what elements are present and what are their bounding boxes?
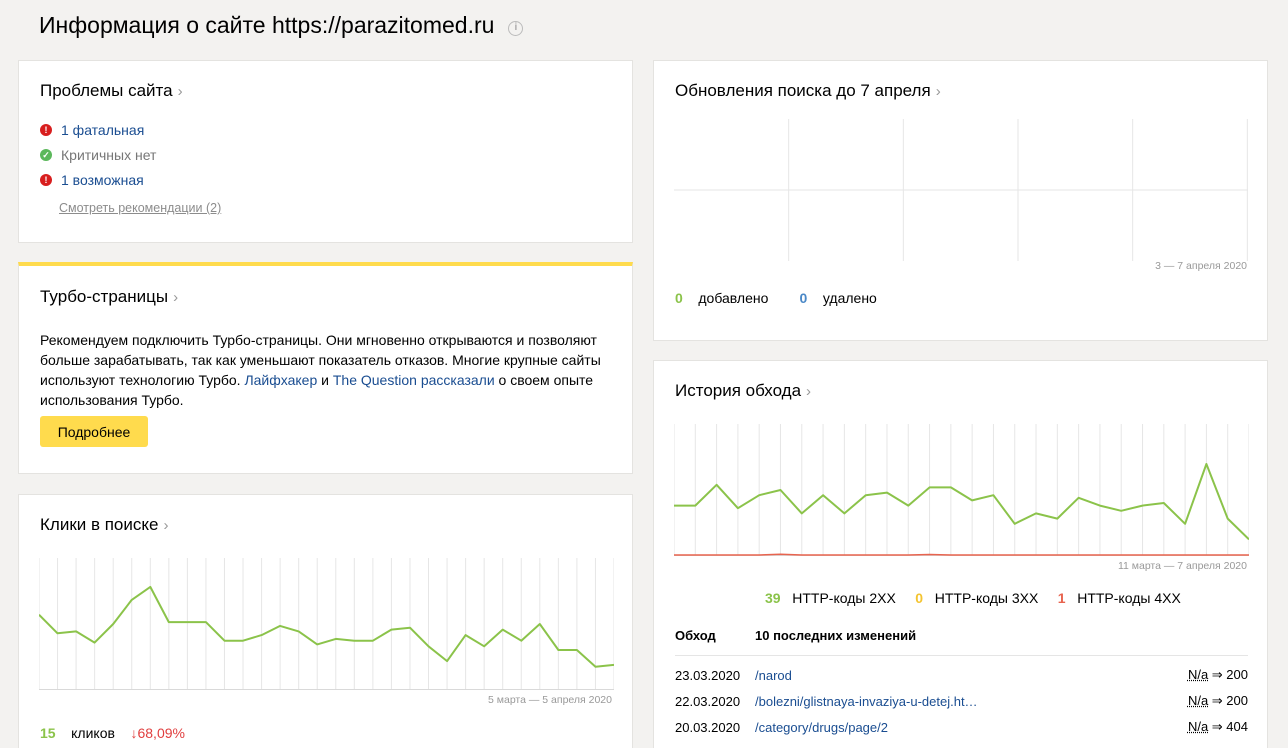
series-line xyxy=(674,553,1249,556)
info-icon[interactable]: i xyxy=(508,21,524,36)
chevron-right-icon: › xyxy=(177,83,183,100)
search-updates-card: Обновления поиска до 7 апреля › 3 — 7 апр… xyxy=(653,60,1268,341)
problem-critical: ✓ Критичных нет xyxy=(40,147,156,163)
chevron-right-icon: › xyxy=(173,289,179,306)
clicks-card: Клики в поиске › 5 марта — 5 апреля 2020 … xyxy=(18,494,633,748)
table-row: 20.03.2020 /category/drugs/page/2 N/a ⇒ … xyxy=(675,714,1248,740)
chevron-right-icon: › xyxy=(806,383,812,400)
problem-fatal[interactable]: ! 1 фатальная xyxy=(40,122,144,138)
crawl-chart xyxy=(674,424,1249,556)
search-updates-title[interactable]: Обновления поиска до 7 апреля › xyxy=(675,81,941,101)
error-icon: ! xyxy=(40,174,52,186)
check-icon: ✓ xyxy=(40,149,52,161)
chevron-right-icon: › xyxy=(935,83,941,100)
series-line xyxy=(674,463,1249,541)
series-line xyxy=(39,585,614,668)
chevron-right-icon: › xyxy=(163,517,169,534)
table-row: 23.03.2020 /narod N/a ⇒ 200 xyxy=(675,662,1248,688)
error-icon: ! xyxy=(40,124,52,136)
change-url[interactable]: /bolezni/glistnaya-invaziya-u-detej.ht… xyxy=(755,688,1143,714)
problems-card: Проблемы сайта › ! 1 фатальная ✓ Критичных … xyxy=(18,60,633,243)
updates-range: 3 — 7 апреля 2020 xyxy=(1155,260,1247,272)
clicks-title[interactable]: Клики в поиске › xyxy=(40,515,168,535)
crawl-history-title[interactable]: История обхода › xyxy=(675,381,811,401)
turbo-title[interactable]: Турбо-страницы › xyxy=(40,287,178,307)
told-link[interactable]: рассказали xyxy=(421,372,495,388)
turbo-description: Рекомендуем подключить Турбо-страницы. О… xyxy=(40,332,601,408)
page-title: Информация о сайте https://parazitomed.r… xyxy=(39,12,524,39)
problem-possible[interactable]: ! 1 возможная xyxy=(40,172,144,188)
crawl-history-card: История обхода › 11 марта — 7 апреля 2020… xyxy=(653,360,1268,748)
more-button[interactable]: Подробнее xyxy=(40,416,148,447)
problems-title[interactable]: Проблемы сайта › xyxy=(40,81,183,101)
changes-table: 23.03.2020 /narod N/a ⇒ 200 22.03.2020 /… xyxy=(675,662,1248,740)
the-question-link[interactable]: The Question xyxy=(333,372,417,388)
change-url[interactable]: /category/drugs/page/2 xyxy=(755,714,1143,740)
clicks-chart xyxy=(39,558,614,690)
recommendations-link[interactable]: Смотреть рекомендации (2) xyxy=(59,201,221,215)
updates-chart xyxy=(674,119,1248,261)
clicks-range: 5 марта — 5 апреля 2020 xyxy=(488,694,612,706)
lifehacker-link[interactable]: Лайфхакер xyxy=(244,372,317,388)
turbo-card: Турбо-страницы › Рекомендуем подключить Т… xyxy=(18,262,633,474)
crawl-range: 11 марта — 7 апреля 2020 xyxy=(1117,560,1247,572)
crawl-legend: 39 HTTP-коды 2XX 0 HTTP-коды 3XX 1 HTTP-… xyxy=(765,590,1181,606)
clicks-stats: 15 кликов ↓68,09% xyxy=(40,725,185,741)
table-row: 22.03.2020 /bolezni/glistnaya-invaziya-u… xyxy=(675,688,1248,714)
change-url[interactable]: /narod xyxy=(755,662,1143,688)
updates-stats: 0 добавлено 0 удалено xyxy=(675,290,877,306)
changes-header: Обход 10 последних изменений xyxy=(675,628,1248,656)
